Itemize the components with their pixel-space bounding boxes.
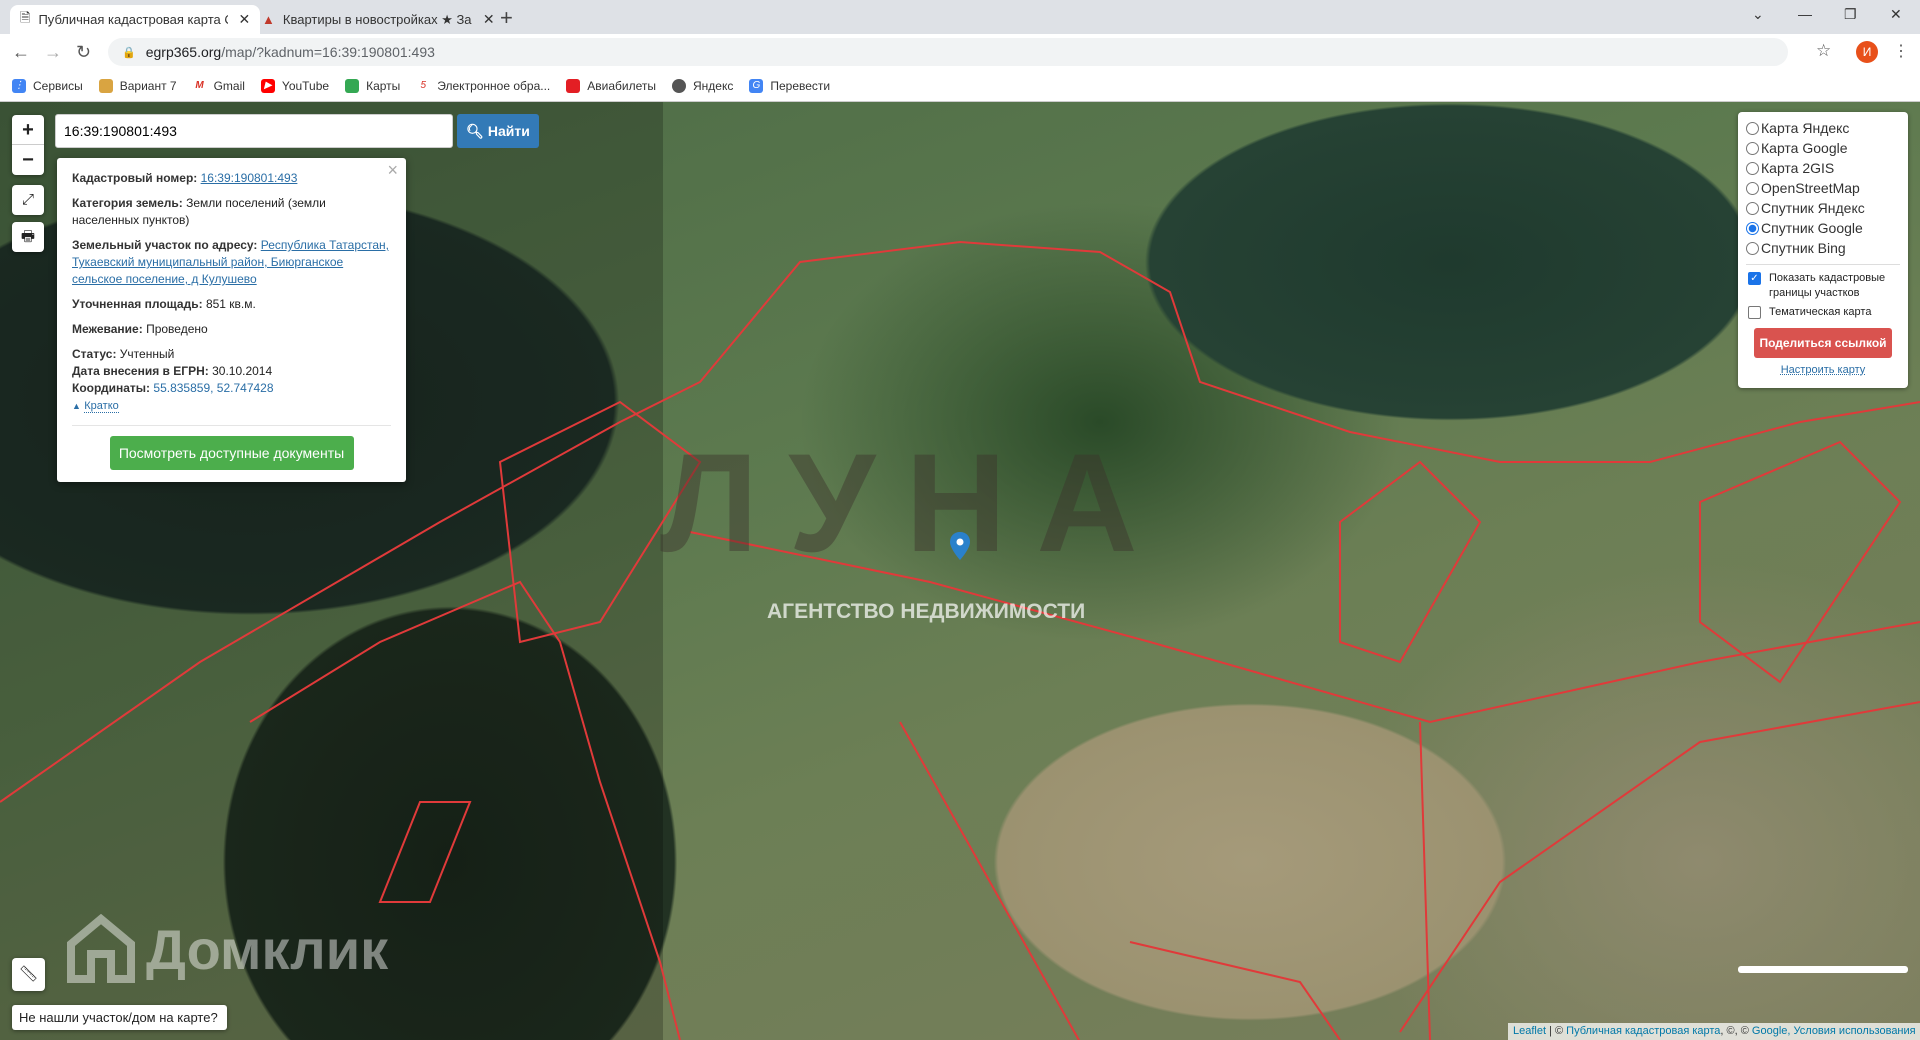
- caret-up-icon: ▲: [72, 401, 81, 411]
- reload-icon[interactable]: ↻: [76, 42, 91, 63]
- close-window-button[interactable]: ✕: [1890, 6, 1902, 23]
- close-icon[interactable]: ×: [387, 161, 398, 179]
- layer-yandex-satellite[interactable]: Спутник Яндекс: [1746, 198, 1900, 218]
- layer-bing-satellite[interactable]: Спутник Bing: [1746, 238, 1900, 258]
- watermark-agency: АГЕНТСТВО НЕДВИЖИМОСТИ: [767, 600, 1086, 623]
- site-icon: 5: [416, 78, 431, 93]
- layer-google-map[interactable]: Карта Google: [1746, 138, 1900, 158]
- maximize-button[interactable]: ❐: [1844, 6, 1857, 23]
- tab-cadastral-map[interactable]: 🗎 Публичная кадастровая карта С ✕: [10, 5, 261, 34]
- bookmarks-bar: ⋮ Сервисы Вариант 7 M Gmail ▶ YouTube Карты…: [0, 70, 1920, 102]
- zoom-out-button[interactable]: −: [12, 145, 44, 175]
- back-icon[interactable]: ←: [12, 42, 30, 63]
- document-icon: 🗎: [20, 9, 31, 25]
- map-canvas[interactable]: ЛУНА АГЕНТСТВО НЕДВИЖИМОСТИ Домклик + − …: [0, 102, 1920, 1040]
- fullscreen-button[interactable]: ⤢: [12, 185, 44, 215]
- apps-icon: ⋮: [12, 78, 26, 93]
- site-icon: [98, 78, 113, 93]
- ruler-icon: 📏︎: [18, 966, 39, 983]
- domclick-watermark: Домклик: [66, 914, 388, 984]
- search-icon: 🔍︎: [466, 123, 484, 139]
- gmail-icon: M: [192, 78, 207, 93]
- tab-apartments[interactable]: ▲ Квартиры в новостройках ★ За ✕: [252, 5, 505, 34]
- layer-osm[interactable]: OpenStreetMap: [1746, 178, 1900, 198]
- tab-bar: 🗎 Публичная кадастровая карта С ✕ ▲ Квартир…: [0, 0, 1920, 34]
- show-bounds-checkbox[interactable]: ✓ Показать кадастровые границы участков: [1746, 271, 1900, 301]
- boundary: [1129, 941, 1341, 1040]
- layer-yandex-map[interactable]: Карта Яндекс: [1746, 118, 1900, 138]
- print-icon: 🖶: [20, 228, 36, 245]
- bookmark-gmail[interactable]: M Gmail: [192, 78, 245, 93]
- boundary: [1419, 721, 1431, 1040]
- globe-icon: [671, 78, 686, 93]
- url-input[interactable]: 🔒 egrp365.org/map/?kadnum=16:39:190801:49…: [108, 38, 1788, 66]
- bookmark-translate[interactable]: G Перевести: [749, 78, 830, 93]
- layer-switcher: Карта Яндекс Карта Google Карта 2GIS Ope…: [1738, 112, 1908, 388]
- bookmark-yandex[interactable]: Яндекс: [671, 78, 733, 93]
- view-documents-button[interactable]: Посмотреть доступные документы: [109, 436, 354, 470]
- bookmark-maps[interactable]: Карты: [345, 78, 400, 93]
- youtube-icon: ▶: [260, 78, 275, 93]
- attribution: Leaflet | © Публичная кадастровая карта,…: [1508, 1023, 1920, 1040]
- not-found-link[interactable]: Не нашли участок/дом на карте?: [12, 1005, 227, 1030]
- share-link-button[interactable]: Поделиться ссылкой: [1754, 328, 1892, 358]
- bookmark-services[interactable]: ⋮ Сервисы: [12, 78, 83, 93]
- cadastral-search-input[interactable]: [55, 114, 453, 148]
- minimize-button[interactable]: —: [1798, 6, 1812, 22]
- house-logo-icon: [67, 914, 135, 983]
- address-bar: ← → ↻ 🔒 egrp365.org/map/?kadnum=16:39:190…: [0, 34, 1920, 70]
- bookmark-youtube[interactable]: ▶ YouTube: [260, 78, 329, 93]
- translate-icon: G: [749, 78, 764, 93]
- layer-google-satellite[interactable]: Спутник Google: [1746, 218, 1900, 238]
- print-button[interactable]: 🖶: [12, 222, 44, 252]
- zoom-in-button[interactable]: +: [12, 115, 44, 145]
- site-icon: ▲: [262, 12, 275, 27]
- boundary: [1699, 440, 1902, 684]
- divider: [1746, 264, 1900, 265]
- bookmark-avia[interactable]: Авиабилеты: [566, 78, 656, 93]
- brief-toggle[interactable]: Кратко: [84, 400, 119, 413]
- scale-bar: [1738, 966, 1908, 973]
- find-button[interactable]: 🔍︎ Найти: [457, 114, 539, 148]
- tab-search-icon[interactable]: ⌄: [1752, 6, 1764, 23]
- ruler-button[interactable]: 📏︎: [12, 958, 45, 991]
- profile-avatar[interactable]: И: [1856, 41, 1878, 63]
- boundary: [1399, 701, 1920, 1033]
- configure-map-link[interactable]: Настроить карту: [1746, 364, 1900, 376]
- location-marker-icon[interactable]: [950, 532, 970, 560]
- lock-icon: 🔒: [122, 46, 136, 59]
- new-tab-button[interactable]: +: [500, 5, 513, 31]
- zoom-control: + −: [12, 115, 44, 175]
- terms-link[interactable]: , Условия использования: [1787, 1025, 1915, 1037]
- divider: [72, 425, 391, 426]
- google-link[interactable]: Google: [1752, 1025, 1787, 1037]
- bookmark-variant7[interactable]: Вариант 7: [98, 78, 177, 93]
- layer-2gis-map[interactable]: Карта 2GIS: [1746, 158, 1900, 178]
- boundary: [1339, 460, 1482, 664]
- expand-icon: ⤢: [21, 191, 34, 208]
- thematic-map-checkbox[interactable]: Тематическая карта: [1746, 305, 1900, 320]
- maps-icon: [345, 78, 360, 93]
- coordinates-value[interactable]: 55.835859, 52.747428: [153, 381, 273, 395]
- leaflet-link[interactable]: Leaflet: [1513, 1025, 1546, 1037]
- parcel-info-popup: × Кадастровый номер: 16:39:190801:493 Ка…: [57, 158, 406, 482]
- pkk-link[interactable]: Публичная кадастровая карта: [1566, 1025, 1720, 1037]
- watermark-logo: ЛУНА: [660, 424, 1168, 581]
- bookmark-star-icon[interactable]: ☆: [1816, 41, 1831, 61]
- cadastral-number-link[interactable]: 16:39:190801:493: [201, 171, 298, 185]
- forward-icon[interactable]: →: [44, 42, 62, 63]
- close-tab-icon[interactable]: ✕: [238, 11, 250, 28]
- site-icon: [566, 78, 581, 93]
- boundary: [899, 721, 1081, 1040]
- close-tab-icon[interactable]: ✕: [483, 11, 495, 28]
- bookmark-electronic[interactable]: 5 Электронное обра...: [416, 78, 550, 93]
- boundary: [378, 801, 472, 903]
- menu-icon[interactable]: ⋮: [1893, 41, 1909, 61]
